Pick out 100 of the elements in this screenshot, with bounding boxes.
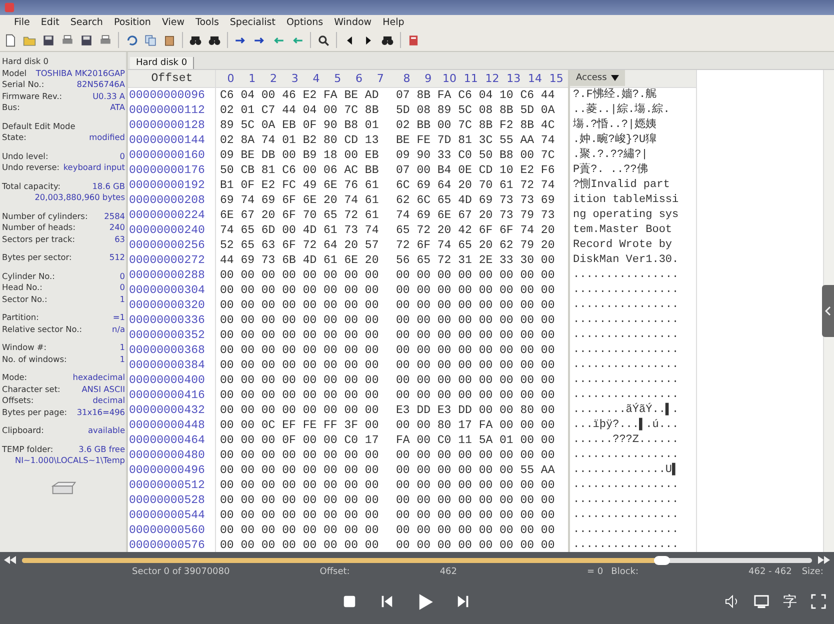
info-value: 0 bbox=[120, 282, 125, 294]
column-header: 1 bbox=[248, 71, 257, 87]
document-tab[interactable]: Hard disk 0 bbox=[130, 57, 194, 69]
printer-icon[interactable] bbox=[99, 34, 112, 46]
menu-item[interactable]: View bbox=[162, 16, 184, 28]
menu-item[interactable]: Position bbox=[114, 16, 151, 28]
next-icon[interactable] bbox=[456, 594, 471, 609]
menu-item[interactable]: File bbox=[14, 16, 30, 28]
info-value: 512 bbox=[109, 252, 125, 264]
volume-icon[interactable] bbox=[725, 594, 740, 609]
hex-bytes: 00 00 00 00 00 00 00 00 bbox=[220, 268, 379, 283]
fullscreen-icon[interactable] bbox=[811, 594, 826, 609]
ascii-text: ................ bbox=[573, 389, 679, 401]
info-label: Head No.: bbox=[2, 282, 42, 294]
hex-bytes: 00 00 00 00 00 00 00 00 bbox=[220, 343, 379, 358]
info-label: Number of heads: bbox=[2, 222, 76, 234]
ascii-text: ition tableMissi bbox=[573, 194, 679, 206]
ascii-text: .聚.?.??繡?| bbox=[573, 149, 648, 161]
stop-icon[interactable] bbox=[342, 594, 357, 609]
hex-bytes: 07 8B FA C6 04 10 C6 44 bbox=[396, 88, 555, 103]
binoculars-icon[interactable] bbox=[189, 34, 202, 46]
hex-bytes: 00 00 00 00 00 00 00 00 bbox=[396, 313, 555, 328]
previous-icon[interactable] bbox=[379, 594, 394, 609]
hex-bytes: 00 00 00 00 00 00 00 00 bbox=[396, 493, 555, 508]
info-value: 18.6 GB bbox=[92, 180, 125, 192]
hex-bytes: 00 00 00 00 00 00 00 00 bbox=[396, 268, 555, 283]
ascii-text: ................ bbox=[573, 329, 679, 341]
offset-cell: 00000000208 bbox=[128, 193, 216, 208]
info-label: State: bbox=[2, 132, 26, 144]
info-value: 31x16=496 bbox=[76, 406, 125, 418]
collapse-tab[interactable] bbox=[822, 285, 834, 337]
hex-bytes: 00 00 00 00 00 00 00 00 bbox=[220, 523, 379, 538]
info-label: Undo level: bbox=[2, 150, 48, 162]
document-icon[interactable] bbox=[4, 34, 17, 46]
column-header: 8 bbox=[402, 71, 412, 87]
hex-bytes: 00 00 00 00 00 00 00 00 bbox=[396, 538, 555, 552]
fast-forward-icon[interactable] bbox=[818, 556, 830, 564]
hex-bytes: 00 00 00 00 00 00 00 00 bbox=[220, 388, 379, 403]
menu-item[interactable]: Options bbox=[286, 16, 324, 28]
access-dropdown[interactable]: Access bbox=[570, 70, 625, 86]
hex-bytes: E3 DD E3 DD 00 00 80 00 bbox=[396, 403, 555, 418]
offset-cell: 00000000544 bbox=[128, 508, 216, 523]
status-text: = 0 bbox=[587, 566, 604, 579]
hex-bytes: 65 72 20 42 6F 6F 74 20 bbox=[396, 223, 555, 238]
paste-icon[interactable] bbox=[163, 34, 176, 46]
offset-cell: 00000000320 bbox=[128, 298, 216, 313]
printer-icon[interactable] bbox=[61, 34, 74, 46]
hex-bytes: 00 00 0C EF FE FF 3F 00 bbox=[220, 418, 379, 433]
menu-item[interactable]: Tools bbox=[196, 16, 219, 28]
status-text: Sector 0 of 39070080 bbox=[132, 566, 230, 579]
menu-item[interactable]: Help bbox=[382, 16, 404, 28]
copy-icon[interactable] bbox=[144, 34, 157, 46]
info-value: available bbox=[88, 425, 125, 436]
info-value: 2584 bbox=[104, 210, 125, 222]
progress-handle[interactable] bbox=[654, 556, 670, 564]
ascii-text: ?惻Invalid part bbox=[573, 179, 670, 191]
ascii-text: ................ bbox=[573, 374, 679, 386]
hex-bytes: 00 00 00 00 00 00 55 AA bbox=[396, 463, 555, 478]
book-icon[interactable] bbox=[407, 34, 420, 46]
binoculars-icon[interactable] bbox=[381, 34, 394, 46]
offset-cell: 00000000480 bbox=[128, 448, 216, 463]
magnifier-icon[interactable] bbox=[317, 34, 330, 46]
ascii-text: 塲.?惛..?|嫕姨 bbox=[573, 119, 657, 131]
info-value: TOSHIBA MK2016GAP bbox=[36, 68, 125, 79]
hex-bytes: 00 00 80 17 FA 00 00 00 bbox=[396, 418, 555, 433]
info-label: Default Edit Mode bbox=[2, 120, 76, 132]
subtitle-button[interactable]: 字 bbox=[783, 592, 797, 610]
hex-bytes: 00 00 00 00 00 00 00 00 bbox=[220, 328, 379, 343]
info-label: Hard disk 0 bbox=[2, 56, 48, 68]
ascii-text: ng operating sys bbox=[573, 209, 679, 221]
offset-cell: 00000000448 bbox=[128, 418, 216, 433]
rewind-icon[interactable] bbox=[4, 556, 16, 564]
progress-track[interactable] bbox=[22, 558, 812, 562]
hex-bytes: 74 69 6E 67 20 73 79 73 bbox=[396, 208, 555, 223]
undo-icon[interactable] bbox=[125, 34, 138, 46]
offset-cell: 00000000176 bbox=[128, 163, 216, 178]
ascii-text: ................ bbox=[573, 494, 679, 506]
hex-bytes: 00 00 00 00 00 00 00 00 bbox=[220, 373, 379, 388]
menu-item[interactable]: Window bbox=[334, 16, 372, 28]
menu-item[interactable]: Specialist bbox=[230, 16, 276, 28]
menu-item[interactable]: Edit bbox=[40, 16, 60, 28]
binoculars-icon[interactable] bbox=[208, 34, 221, 46]
column-header: 10 bbox=[441, 71, 458, 87]
info-value: 1 bbox=[120, 354, 125, 365]
caret-icon bbox=[610, 75, 619, 81]
ascii-text: tem.Master Boot bbox=[573, 224, 672, 236]
offset-cell: 00000000240 bbox=[128, 223, 216, 238]
info-value: n/a bbox=[112, 324, 125, 335]
offset-cell: 00000000272 bbox=[128, 253, 216, 268]
hex-bytes: 69 74 69 6F 6E 20 74 61 bbox=[220, 193, 379, 208]
hex-bytes: 00 00 00 00 00 00 00 00 bbox=[396, 523, 555, 538]
column-header: 2 bbox=[268, 71, 278, 87]
offset-cell: 00000000352 bbox=[128, 328, 216, 343]
screen-icon[interactable] bbox=[754, 594, 769, 609]
info-value: 82N56746A bbox=[76, 79, 125, 90]
hex-bytes: 72 6F 74 65 20 62 79 20 bbox=[396, 238, 555, 253]
column-header: 4 bbox=[312, 71, 321, 87]
menu-item[interactable]: Search bbox=[70, 16, 103, 28]
column-header: 0 bbox=[226, 71, 236, 87]
hex-bytes: FA 00 C0 11 5A 01 00 00 bbox=[396, 433, 555, 448]
